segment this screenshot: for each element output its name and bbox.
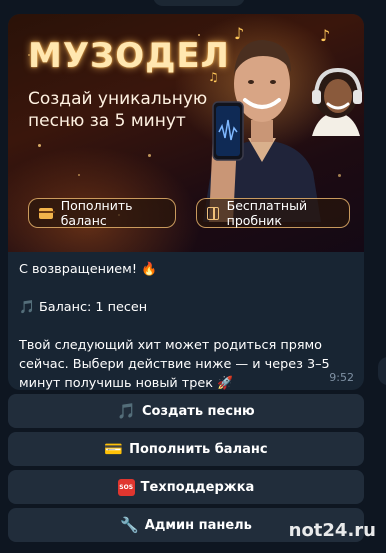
greeting-line: С возвращением! 🔥 <box>19 262 157 277</box>
balance-line: 🎵 Баланс: 1 песен <box>19 300 148 315</box>
credit-card-icon: 💳 <box>104 440 124 458</box>
banner-topup-label: Пополнить баланс <box>60 198 133 228</box>
credit-card-icon <box>39 207 55 219</box>
banner-image: МУЗОДЕЛ Создай уникальную песню за 5 мин… <box>8 14 364 252</box>
banner-topup-button[interactable]: Пополнить баланс <box>28 198 176 228</box>
bot-message: МУЗОДЕЛ Создай уникальную песню за 5 мин… <box>8 14 364 390</box>
music-note-icon: 🎵 <box>117 402 136 420</box>
admin-panel-label: Админ панель <box>144 517 252 533</box>
sparkle <box>338 174 341 177</box>
banner-subtitle: Создай уникальную песню за 5 минут <box>28 88 208 132</box>
sparkle <box>148 154 151 157</box>
wrench-icon: 🔧 <box>120 516 139 534</box>
sos-icon: SOS <box>117 478 135 496</box>
create-song-label: Создать песню <box>141 403 255 419</box>
topup-balance-button[interactable]: 💳 Пополнить баланс <box>8 432 364 466</box>
support-label: Техподдержка <box>140 479 255 495</box>
topup-balance-label: Пополнить баланс <box>129 441 268 457</box>
sparkle <box>78 174 80 176</box>
brand-logo: МУЗОДЕЛ <box>28 36 230 76</box>
music-note-icon: ♪ <box>320 26 331 45</box>
create-song-button[interactable]: 🎵 Создать песню <box>8 394 364 428</box>
message-time: 9:52 <box>329 371 354 384</box>
subtitle-line-1: Создай уникальную <box>28 89 208 109</box>
watermark: not24.ru <box>288 520 376 541</box>
man-with-phone-image <box>203 40 321 222</box>
prompt-paragraph: Твой следующий хит может родиться прямо … <box>19 338 330 390</box>
gift-icon <box>207 206 219 220</box>
banner-free-trial-label: Бесплатный пробник <box>226 198 308 228</box>
banner-free-trial-button[interactable]: Бесплатный пробник <box>196 198 350 228</box>
message-text: С возвращением! 🔥 🎵 Баланс: 1 песен Твой… <box>19 260 355 390</box>
support-button[interactable]: SOS Техподдержка <box>8 470 364 504</box>
sparkle <box>38 144 41 147</box>
subtitle-line-2: песню за 5 минут <box>28 111 186 131</box>
scroll-down-button[interactable] <box>378 357 386 385</box>
top-pill <box>153 0 245 6</box>
woman-with-headphones-image <box>312 67 362 136</box>
